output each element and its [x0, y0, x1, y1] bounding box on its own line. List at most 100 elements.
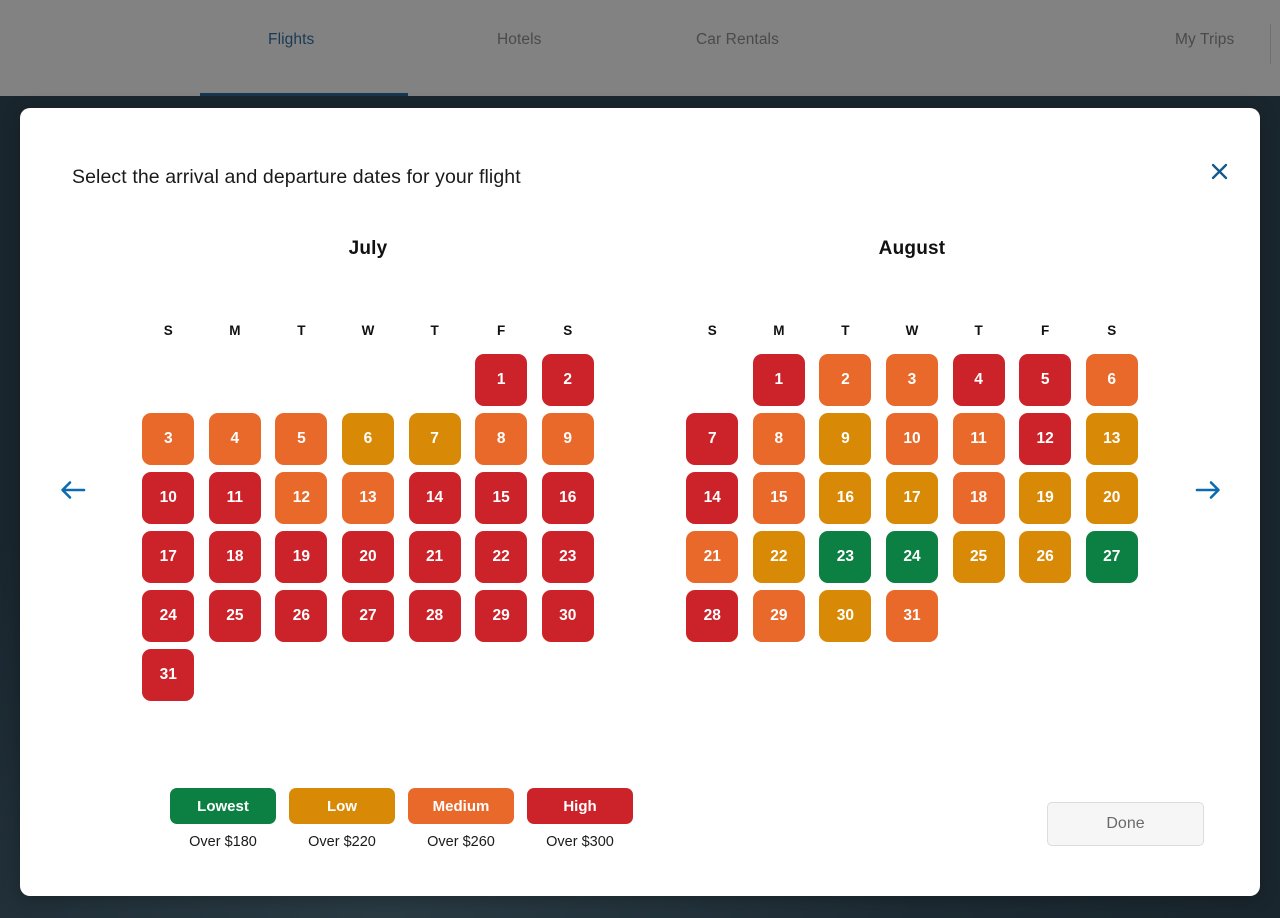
day-cell[interactable]: 29: [753, 590, 805, 642]
day-cell[interactable]: 20: [342, 531, 394, 583]
day-cell[interactable]: 23: [819, 531, 871, 583]
done-button[interactable]: Done: [1047, 802, 1204, 846]
day-cell[interactable]: 15: [753, 472, 805, 524]
day-cell[interactable]: 19: [275, 531, 327, 583]
calendar-august: AugustSMTWTFS123456789101112131415161718…: [679, 238, 1145, 701]
legend-chip-high: High: [527, 788, 633, 824]
day-cell[interactable]: 23: [542, 531, 594, 583]
day-cell[interactable]: 7: [409, 413, 461, 465]
day-cell[interactable]: 21: [409, 531, 461, 583]
day-cell[interactable]: 13: [342, 472, 394, 524]
day-cell[interactable]: 14: [686, 472, 738, 524]
day-cell[interactable]: 8: [475, 413, 527, 465]
day-cell-empty: [342, 354, 394, 406]
day-cell[interactable]: 7: [686, 413, 738, 465]
day-cell[interactable]: 29: [475, 590, 527, 642]
day-cell[interactable]: 25: [953, 531, 1005, 583]
day-cell[interactable]: 27: [1086, 531, 1138, 583]
weekday-label: W: [335, 323, 402, 338]
day-cell[interactable]: 24: [886, 531, 938, 583]
day-cell[interactable]: 5: [275, 413, 327, 465]
weekday-label: T: [401, 323, 468, 338]
day-cell[interactable]: 4: [209, 413, 261, 465]
legend-price-label: Over $180: [189, 834, 257, 850]
day-cell[interactable]: 24: [142, 590, 194, 642]
day-cell[interactable]: 2: [542, 354, 594, 406]
day-cell[interactable]: 30: [819, 590, 871, 642]
day-cell[interactable]: 15: [475, 472, 527, 524]
day-cell[interactable]: 19: [1019, 472, 1071, 524]
nav-divider: [1270, 24, 1271, 64]
day-cell[interactable]: 28: [409, 590, 461, 642]
day-cell[interactable]: 10: [886, 413, 938, 465]
weekday-label: S: [679, 323, 746, 338]
weekday-header-row: SMTWTFS: [679, 323, 1145, 338]
day-cell[interactable]: 26: [275, 590, 327, 642]
day-cell[interactable]: 2: [819, 354, 871, 406]
day-cell[interactable]: 11: [209, 472, 261, 524]
day-cell[interactable]: 22: [753, 531, 805, 583]
legend-chip-lowest: Lowest: [170, 788, 276, 824]
weekday-label: M: [202, 323, 269, 338]
day-cell[interactable]: 8: [753, 413, 805, 465]
day-cell[interactable]: 17: [886, 472, 938, 524]
day-cell[interactable]: 12: [1019, 413, 1071, 465]
day-cell[interactable]: 9: [819, 413, 871, 465]
day-cell[interactable]: 1: [475, 354, 527, 406]
day-cell[interactable]: 27: [342, 590, 394, 642]
legend-price-label: Over $260: [427, 834, 495, 850]
calendar-july: JulySMTWTFS12345678910111213141516171819…: [135, 238, 601, 701]
day-cell[interactable]: 1: [753, 354, 805, 406]
month-title: July: [135, 238, 601, 260]
nav-tab-hotels[interactable]: Hotels: [497, 31, 542, 49]
day-cell-empty: [209, 354, 261, 406]
day-cell[interactable]: 16: [819, 472, 871, 524]
weekday-label: F: [468, 323, 535, 338]
day-cell[interactable]: 17: [142, 531, 194, 583]
day-cell[interactable]: 16: [542, 472, 594, 524]
nav-tab-car-rentals[interactable]: Car Rentals: [696, 31, 779, 49]
day-cell[interactable]: 31: [142, 649, 194, 701]
weekday-header-row: SMTWTFS: [135, 323, 601, 338]
nav-tab-flights[interactable]: Flights: [268, 31, 314, 49]
day-cell[interactable]: 9: [542, 413, 594, 465]
price-legend: Lowest Over $180 Low Over $220 Medium Over $2…: [170, 788, 633, 850]
day-cell[interactable]: 10: [142, 472, 194, 524]
day-cell-empty: [686, 354, 738, 406]
day-cell[interactable]: 6: [1086, 354, 1138, 406]
top-navigation-bar: Flights Hotels Car Rentals My Trips: [0, 0, 1280, 96]
day-cell[interactable]: 25: [209, 590, 261, 642]
day-cell[interactable]: 4: [953, 354, 1005, 406]
close-icon[interactable]: [1202, 154, 1236, 188]
day-grid: 1234567891011121314151617181920212223242…: [135, 354, 601, 701]
day-cell[interactable]: 12: [275, 472, 327, 524]
day-cell[interactable]: 28: [686, 590, 738, 642]
day-cell[interactable]: 20: [1086, 472, 1138, 524]
day-cell[interactable]: 5: [1019, 354, 1071, 406]
day-cell[interactable]: 30: [542, 590, 594, 642]
day-cell[interactable]: 6: [342, 413, 394, 465]
day-cell[interactable]: 13: [1086, 413, 1138, 465]
legend-item: Low Over $220: [289, 788, 395, 850]
day-cell[interactable]: 31: [886, 590, 938, 642]
day-cell[interactable]: 3: [886, 354, 938, 406]
legend-price-label: Over $220: [308, 834, 376, 850]
weekday-label: M: [746, 323, 813, 338]
legend-price-label: Over $300: [546, 834, 614, 850]
day-cell[interactable]: 11: [953, 413, 1005, 465]
weekday-label: T: [812, 323, 879, 338]
legend-chip-low: Low: [289, 788, 395, 824]
nav-tab-my-trips[interactable]: My Trips: [1175, 31, 1234, 49]
day-cell[interactable]: 26: [1019, 531, 1071, 583]
day-cell[interactable]: 22: [475, 531, 527, 583]
day-cell[interactable]: 21: [686, 531, 738, 583]
day-cell[interactable]: 18: [953, 472, 1005, 524]
legend-chip-medium: Medium: [408, 788, 514, 824]
active-tab-underline: [200, 93, 408, 96]
calendars-container: JulySMTWTFS12345678910111213141516171819…: [20, 238, 1260, 701]
day-cell[interactable]: 3: [142, 413, 194, 465]
day-cell[interactable]: 18: [209, 531, 261, 583]
day-cell-empty: [409, 354, 461, 406]
day-cell[interactable]: 14: [409, 472, 461, 524]
legend-item: High Over $300: [527, 788, 633, 850]
